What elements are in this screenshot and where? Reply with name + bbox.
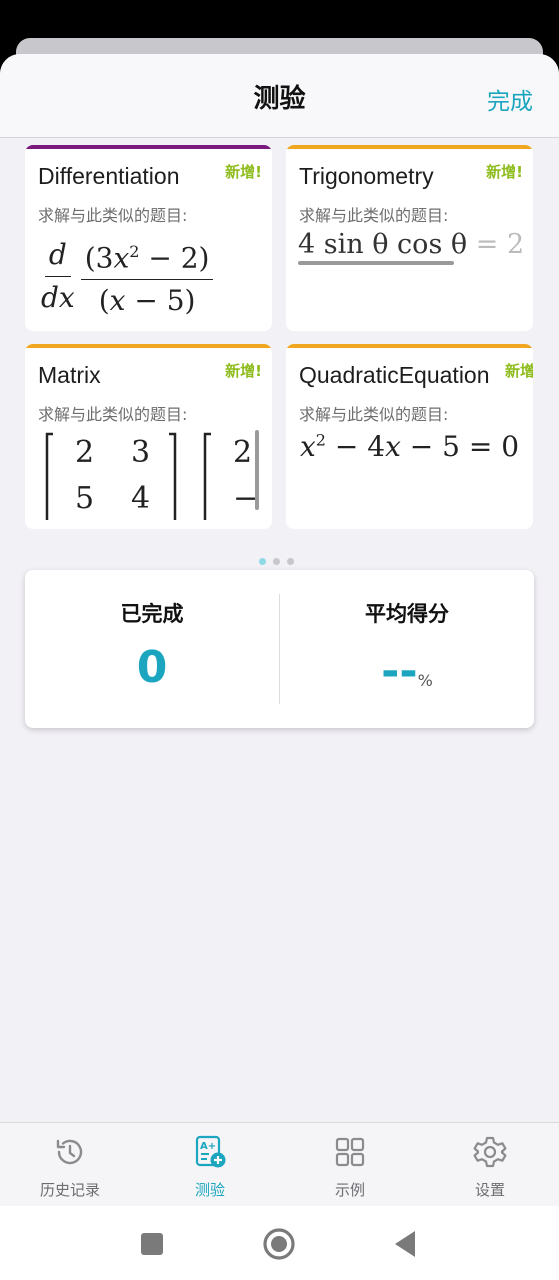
average-score-stat: 平均得分 --%	[280, 570, 534, 728]
card-subtitle: 求解与此类似的题目:	[299, 206, 449, 225]
new-badge: 新增	[504, 362, 533, 380]
page-dot	[287, 558, 294, 565]
home-button[interactable]	[259, 1224, 299, 1264]
card-top-bar	[25, 145, 272, 149]
bottom-tab-bar: 历史记录 A+ 测验 示例 设置	[0, 1122, 559, 1208]
average-score-label: 平均得分	[365, 602, 449, 626]
card-title: Trigonometry	[299, 163, 434, 189]
card-top-bar	[25, 344, 272, 348]
tab-history[interactable]: 历史记录	[0, 1123, 140, 1209]
card-top-bar	[286, 145, 533, 149]
svg-text:2: 2	[75, 435, 94, 470]
stats-panel: 已完成 0 平均得分 --%	[25, 570, 534, 728]
math-expression: d dx (3x2 − 2) (x − 5)	[37, 233, 214, 320]
percent-unit: %	[417, 671, 433, 690]
quiz-sheet: 测验 完成 Differentiation 新增! 求解与此类似的题目: d dx…	[0, 54, 559, 1280]
math-expression-faded: = 2 s	[475, 229, 533, 260]
tab-quiz[interactable]: A+ 测验	[140, 1123, 280, 1209]
average-score-number: --	[381, 646, 418, 697]
back-button[interactable]	[386, 1224, 426, 1264]
system-navigation-bar	[0, 1206, 559, 1280]
new-badge: 新增!	[486, 163, 523, 181]
card-subtitle: 求解与此类似的题目:	[38, 206, 188, 225]
horizontal-scrollbar[interactable]	[298, 261, 454, 265]
new-badge: 新增!	[225, 163, 262, 181]
quiz-card-matrix[interactable]: Matrix 新增! 求解与此类似的题目: 2 3 5 4 2 −	[25, 344, 272, 529]
quiz-card-trigonometry[interactable]: Trigonometry 新增! 求解与此类似的题目: 4 sin θ cos …	[286, 145, 533, 331]
tab-label: 历史记录	[39, 1181, 100, 1199]
card-top-bar	[286, 344, 533, 348]
math-expression: x2 − 4x − 5 = 0	[300, 430, 520, 463]
tab-label: 测验	[194, 1181, 225, 1199]
math-expression-part: 4 sin θ cos θ	[298, 229, 468, 260]
card-title: Differentiation	[38, 163, 180, 189]
page-indicator	[259, 558, 294, 565]
header: 测验 完成	[0, 54, 559, 138]
matrix-expression: 2 3 5 4 2 −	[45, 430, 259, 520]
history-icon	[56, 1139, 83, 1165]
svg-text:A+: A+	[200, 1141, 216, 1152]
svg-text:−: −	[233, 481, 258, 516]
page-dot	[259, 558, 266, 565]
card-title: Matrix	[38, 362, 101, 388]
recent-apps-button[interactable]	[132, 1224, 172, 1264]
tab-examples[interactable]: 示例	[280, 1123, 420, 1209]
tab-label: 设置	[474, 1181, 505, 1199]
completed-label: 已完成	[120, 602, 184, 626]
tab-label: 示例	[334, 1181, 365, 1199]
card-subtitle: 求解与此类似的题目:	[299, 405, 449, 424]
math-expression: 4 sin θ cos θ = 2 s	[298, 229, 533, 260]
card-subtitle: 求解与此类似的题目:	[38, 405, 188, 424]
done-button[interactable]: 完成	[487, 82, 533, 116]
quiz-icon: A+	[195, 1135, 226, 1168]
svg-text:3: 3	[131, 435, 150, 470]
svg-text:4: 4	[131, 481, 150, 516]
gear-icon	[473, 1136, 507, 1168]
page-dot	[273, 558, 280, 565]
svg-text:5: 5	[75, 481, 94, 516]
svg-text:2: 2	[233, 435, 252, 470]
quiz-card-quadratic-equation[interactable]: QuadraticEquation 新增 求解与此类似的题目: x2 − 4x …	[286, 344, 533, 529]
completed-value: 0	[136, 642, 168, 693]
page-title: 测验	[253, 84, 306, 114]
new-badge: 新增!	[225, 362, 262, 380]
completed-stat: 已完成 0	[25, 570, 279, 728]
average-score-value: --%	[280, 646, 534, 697]
quiz-card-differentiation[interactable]: Differentiation 新增! 求解与此类似的题目: d dx (3x2 −…	[25, 145, 272, 331]
card-title: QuadraticEquation	[299, 362, 490, 388]
tab-settings[interactable]: 设置	[420, 1123, 559, 1209]
examples-grid-icon	[335, 1137, 365, 1167]
